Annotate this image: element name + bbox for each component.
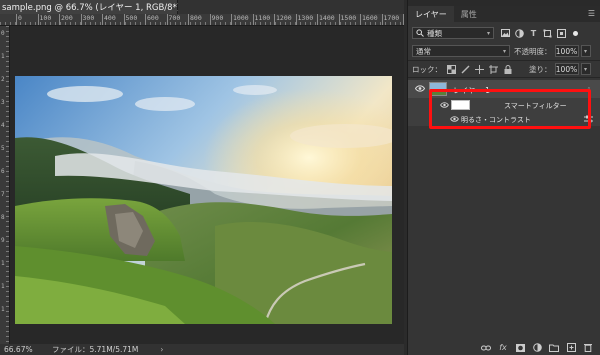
opacity-input[interactable]: 100% — [554, 45, 579, 57]
ruler-tick-label: 9 — [0, 237, 5, 248]
filter-kind-select[interactable]: 種類 ▾ — [412, 27, 494, 39]
status-menu-arrow-icon[interactable]: › — [160, 345, 163, 354]
ruler-tick-label: 700 — [166, 14, 181, 25]
ruler-tick-label: 2 — [0, 76, 5, 87]
document-tab[interactable]: sample.png @ 66.7% (レイヤー 1, RGB/8*) * × — [0, 0, 198, 14]
visibility-eye-icon[interactable] — [414, 85, 426, 94]
lock-artboard-icon[interactable] — [488, 64, 499, 75]
ruler-tick-label: 600 — [145, 14, 159, 25]
image-filter-icon[interactable] — [500, 28, 511, 39]
horizontal-ruler[interactable]: 0 100 200 300 400 500 600 700 800 900 1000 1100 1200… — [0, 14, 404, 26]
ruler-tick-label: 900 — [209, 14, 224, 25]
filter-kind-label: 種類 — [427, 28, 442, 38]
ruler-tick-label: 1700 — [381, 14, 400, 25]
ruler-tick-label: 0 — [16, 14, 22, 25]
ruler-tick-label: 4 — [0, 122, 5, 133]
lock-all-icon[interactable] — [502, 64, 513, 75]
chevron-down-icon: ▾ — [502, 47, 506, 55]
file-info: ファイル：5.71M/5.71M — [52, 345, 139, 354]
new-layer-icon[interactable] — [566, 343, 576, 353]
ruler-tick-label: 1 — [0, 306, 5, 317]
ruler-tick-label: 500 — [123, 14, 138, 25]
trash-icon[interactable] — [583, 343, 593, 353]
panel-menu-icon[interactable]: ☰ — [588, 9, 595, 18]
fill-dropdown-chevron-icon[interactable]: ▾ — [580, 63, 591, 75]
lock-pixels-brush-icon[interactable] — [460, 64, 471, 75]
highlight-annotation-box — [429, 89, 591, 129]
ruler-tick-label: 0 — [0, 30, 5, 41]
ruler-tick-label: 1300 — [295, 14, 314, 25]
ruler-tick-label: 1200 — [274, 14, 292, 25]
panel-tabs: レイヤー 属性 — [408, 6, 600, 22]
status-bar: 66.67% ファイル：5.71M/5.71M › — [0, 344, 404, 355]
blend-mode-value: 通常 — [416, 46, 431, 56]
ruler-minor-ticks — [0, 22, 404, 25]
fill-input[interactable]: 100% — [554, 63, 579, 75]
ruler-tick-label: 200 — [59, 14, 73, 25]
ruler-tick-label: 1 — [0, 53, 5, 64]
ruler-tick-label: 1 — [0, 283, 5, 294]
ruler-tick-label: 1400 — [317, 14, 335, 25]
vertical-ruler[interactable]: 0 1 2 3 4 5 6 7 8 9 1 1 1 — [0, 26, 10, 344]
ruler-tick-label: 7 — [0, 191, 5, 202]
ruler-tick-label: 100 — [37, 14, 52, 25]
mask-icon[interactable] — [515, 343, 525, 353]
lock-position-move-icon[interactable] — [474, 64, 485, 75]
adjustment-icon[interactable] — [532, 343, 542, 353]
landscape-image — [15, 76, 392, 324]
tab-layers[interactable]: レイヤー — [408, 6, 454, 22]
search-icon — [416, 29, 424, 37]
lock-label: ロック： — [412, 64, 442, 74]
ruler-tick-label: 300 — [80, 14, 95, 25]
tab-properties[interactable]: 属性 — [454, 6, 484, 22]
ruler-tick-label: 800 — [188, 14, 202, 25]
opacity-label: 不透明度： — [514, 46, 552, 56]
filter-toggle[interactable] — [573, 30, 578, 36]
tab-strip — [178, 0, 404, 14]
ruler-tick-label: 6 — [0, 168, 5, 179]
type-filter-icon[interactable]: T — [528, 28, 539, 39]
layers-panel: レイヤー 属性 ☰ 種類 ▾ T 通常 ▾ 不透明度： 100% ▾ ロック： … — [407, 0, 600, 355]
chevron-down-icon: ▾ — [486, 29, 490, 37]
blend-mode-select[interactable]: 通常 ▾ — [412, 45, 510, 57]
canvas-area[interactable] — [11, 27, 404, 344]
smartobject-filter-icon[interactable] — [556, 28, 567, 39]
fx-icon[interactable]: fx — [498, 343, 508, 353]
link-icon[interactable] — [481, 343, 491, 353]
ruler-tick-label: 5 — [0, 145, 5, 156]
lock-transparency-icon[interactable] — [446, 64, 457, 75]
zoom-level[interactable]: 66.67% — [0, 345, 40, 354]
ruler-minor-ticks — [6, 26, 9, 344]
adjustment-filter-icon[interactable] — [514, 28, 525, 39]
shape-filter-icon[interactable] — [542, 28, 553, 39]
document-tab-title: sample.png @ 66.7% (レイヤー 1, RGB/8*) * — [2, 3, 188, 13]
ruler-tick-label: 1000 — [231, 14, 249, 25]
layer-filter-row: 種類 ▾ T — [408, 26, 600, 40]
divider — [408, 60, 600, 61]
group-folder-icon[interactable] — [549, 343, 559, 353]
ruler-tick-label: 1500 — [338, 14, 357, 25]
fill-label: 塗り： — [529, 64, 552, 74]
ruler-tick-label: 1100 — [252, 14, 271, 25]
layers-bottom-toolbar: fx — [408, 340, 600, 355]
blend-row: 通常 ▾ 不透明度： 100% ▾ — [408, 44, 600, 58]
ruler-tick-label: 1 — [0, 260, 5, 271]
ruler-tick-label: 8 — [0, 214, 5, 225]
opacity-dropdown-chevron-icon[interactable]: ▾ — [580, 45, 591, 57]
lock-row: ロック： 塗り： 100% ▾ — [408, 62, 600, 76]
document-window: sample.png @ 66.7% (レイヤー 1, RGB/8*) * × … — [0, 0, 404, 355]
ruler-tick-label: 1600 — [360, 14, 378, 25]
landscape-photo[interactable] — [15, 76, 392, 324]
ruler-tick-label: 400 — [102, 14, 116, 25]
ruler-tick-label: 3 — [0, 99, 5, 110]
